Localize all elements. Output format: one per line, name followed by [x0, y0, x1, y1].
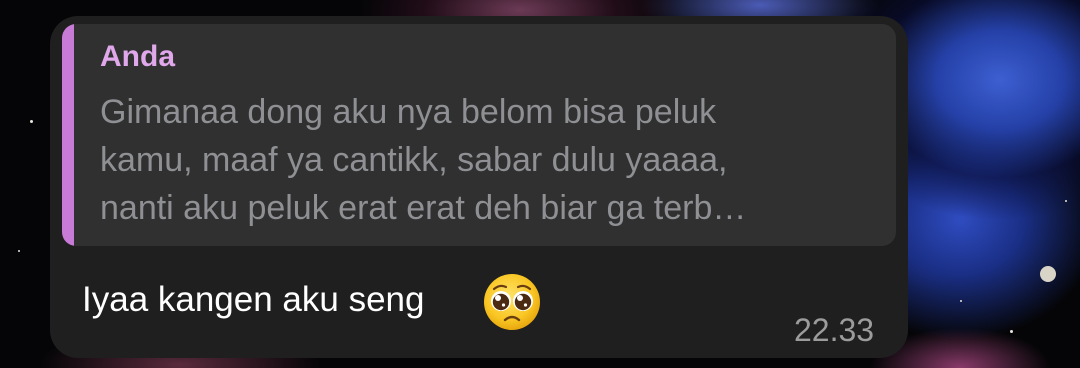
quoted-author: Anda — [100, 40, 175, 73]
message-text: Iyaa kangen aku seng — [82, 280, 425, 319]
wallpaper-star — [960, 300, 962, 302]
quoted-text-line: Gimanaa dong aku nya belom bisa peluk — [100, 93, 717, 131]
wallpaper-star — [30, 120, 33, 123]
quoted-text-line: nanti aku peluk erat erat deh biar ga te… — [100, 189, 747, 227]
pleading-face-emoji-icon — [484, 274, 540, 330]
wallpaper-star — [1040, 266, 1056, 282]
quoted-reply[interactable]: Anda Gimanaa dong aku nya belom bisa pel… — [62, 24, 896, 246]
quoted-text-line: kamu, maaf ya cantikk, sabar dulu yaaaa, — [100, 141, 728, 179]
quote-accent-bar — [62, 24, 74, 246]
message-timestamp: 22.33 — [794, 312, 875, 348]
wallpaper-star — [1065, 200, 1067, 202]
quoted-text: Gimanaa dong aku nya belom bisa peluk ka… — [100, 88, 890, 232]
wallpaper-star — [18, 250, 20, 252]
wallpaper-star — [1010, 330, 1013, 333]
